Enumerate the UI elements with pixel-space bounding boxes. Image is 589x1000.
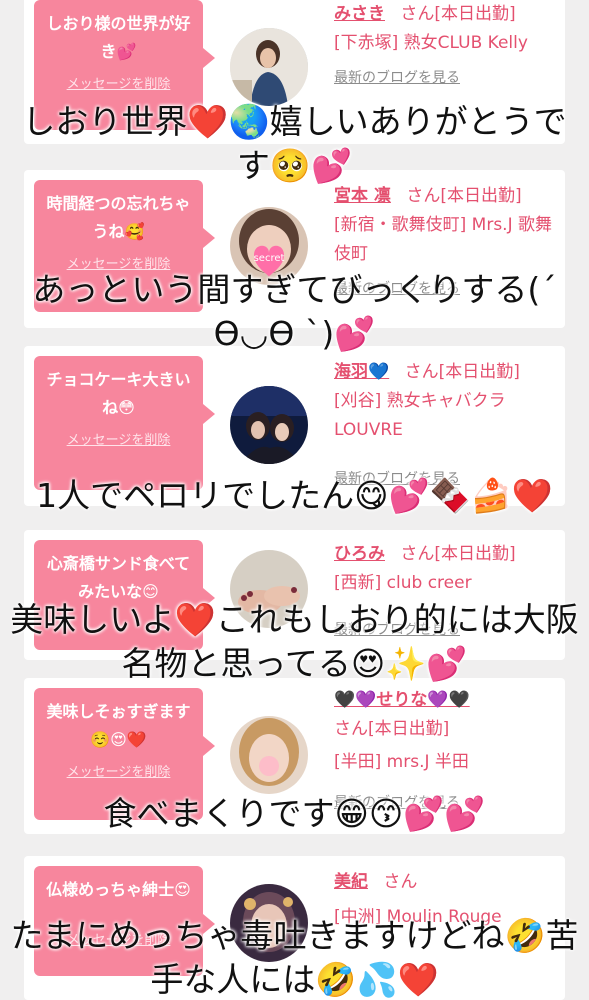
- avatar-photo: [230, 386, 308, 464]
- delete-message-link[interactable]: メッセージを削除: [44, 432, 193, 450]
- cast-name-link[interactable]: みさき: [334, 4, 385, 24]
- cast-name-link[interactable]: 美紀: [334, 872, 368, 892]
- work-status: さん[本日出勤]: [406, 186, 522, 206]
- overlay-caption: たまにめっちゃ毒吐きますけどね🤣苦手な人には🤣💦❤️: [10, 916, 579, 999]
- shop-name: [下赤塚] 熟女CLUB Kelly: [334, 33, 528, 53]
- cast-name-link[interactable]: 海羽💙: [334, 362, 389, 382]
- cast-name-link[interactable]: ひろみ: [334, 544, 385, 564]
- shop-name: [西新] club creer: [334, 573, 472, 593]
- avatar-photo: [230, 716, 308, 794]
- delete-message-link[interactable]: メッセージを削除: [44, 764, 193, 782]
- avatar[interactable]: [230, 386, 308, 464]
- work-status: さん[本日出勤]: [400, 4, 516, 24]
- overlay-caption: 美味しいよ❤️これもしおり的には大阪名物と思ってる😍✨💕: [10, 600, 579, 683]
- overlay-caption: 1人でペロリでしたん😋💕🍫🍰❤️: [36, 476, 553, 515]
- cast-name-link[interactable]: 🖤💜せりな💜🖤: [334, 690, 470, 710]
- message-text: しおり様の世界が好き💕: [46, 14, 191, 61]
- message-text: 美味しそぉすぎます☺️😍❤️: [46, 702, 191, 749]
- overlay-caption: あっという間すぎてびっくりする(ˊ ϴ◡ϴ ˋ)💕: [32, 270, 557, 353]
- avatar[interactable]: [230, 28, 308, 106]
- cast-name-link[interactable]: 宮本 凛: [334, 186, 391, 206]
- overlay-caption: 食べまくりです😁😙💕💕: [103, 794, 486, 833]
- avatar[interactable]: [230, 716, 308, 794]
- overlay-caption: しおり世界❤️🌏嬉しいありがとうです🥺💕: [22, 102, 567, 185]
- message-text: 時間経つの忘れちゃうね🥰: [46, 194, 191, 241]
- shop-name: [新宿・歌舞伎町] Mrs.J 歌舞伎町: [334, 215, 553, 264]
- cast-info: みさき さん[本日出勤] [下赤塚] 熟女CLUB Kelly 最新のブログを見…: [334, 0, 554, 93]
- message-bubble: チョコケーキ大きいね😳 メッセージを削除: [34, 356, 215, 490]
- message-text: チョコケーキ大きいね😳: [46, 370, 191, 417]
- work-status: さん: [383, 872, 418, 892]
- delete-message-link[interactable]: メッセージを削除: [44, 76, 193, 94]
- latest-blog-link[interactable]: 最新のブログを見る: [334, 64, 554, 93]
- work-status: さん[本日出勤]: [334, 719, 450, 739]
- work-status: さん[本日出勤]: [404, 362, 520, 382]
- avatar-photo: [230, 28, 308, 106]
- shop-name: [半田] mrs.J 半田: [334, 752, 469, 772]
- work-status: さん[本日出勤]: [400, 544, 516, 564]
- shop-name: [刈谷] 熟女キャバクラ LOUVRE: [334, 391, 506, 440]
- secret-label: secret: [254, 253, 285, 264]
